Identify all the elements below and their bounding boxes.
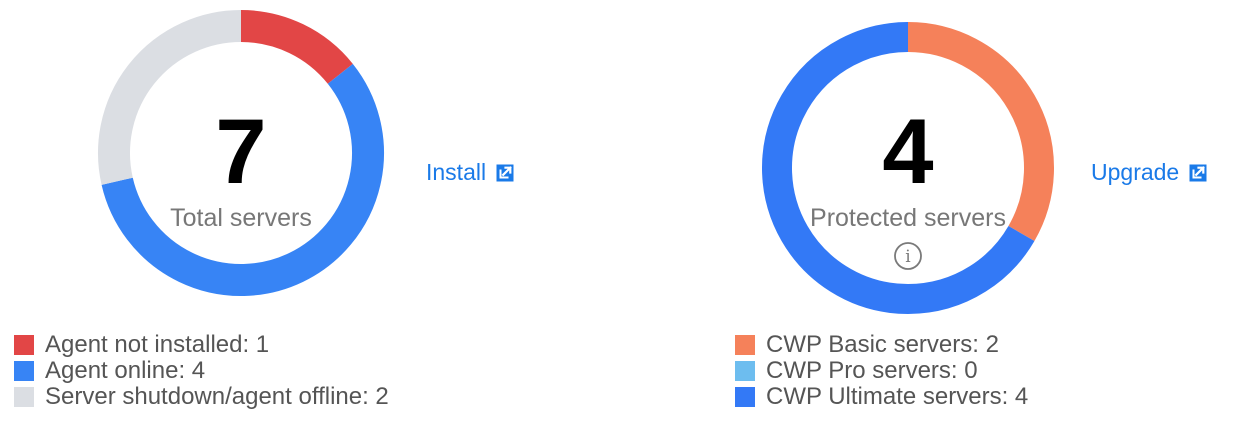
legend-swatch — [735, 335, 755, 355]
legend-swatch — [735, 361, 755, 381]
info-icon[interactable]: i — [894, 242, 922, 270]
protected-servers-panel: 4 Protected servers i Upgrade CWP Basic … — [640, 0, 1240, 421]
upgrade-link[interactable]: Upgrade — [1091, 159, 1208, 186]
protected-servers-donut-chart: 4 Protected servers i — [762, 22, 1054, 314]
external-link-icon — [496, 164, 514, 181]
legend-item-server-offline: Server shutdown/agent offline: 2 — [14, 383, 389, 410]
external-link-icon — [1189, 164, 1207, 181]
legend-item-cwp-pro: CWP Pro servers: 0 — [735, 357, 1028, 384]
install-link-label: Install — [426, 159, 487, 185]
legend-label: Server shutdown/agent offline: 2 — [45, 383, 389, 410]
legend-label: Agent not installed: 1 — [45, 331, 270, 358]
protected-servers-label: Protected servers — [810, 204, 1006, 232]
legend-item-agent-online: Agent online: 4 — [14, 357, 389, 384]
legend-swatch — [14, 361, 34, 381]
total-servers-donut-chart: 7 Total servers — [98, 10, 384, 296]
upgrade-link-label: Upgrade — [1091, 159, 1180, 185]
legend-label: CWP Pro servers: 0 — [766, 357, 978, 384]
info-glyph: i — [905, 247, 911, 267]
donut-slice-agent-not-installed[interactable] — [240, 10, 353, 85]
total-servers-panel: 7 Total servers Install Agent not instal… — [0, 0, 600, 421]
legend-swatch — [14, 335, 34, 355]
legend-item-cwp-ultimate: CWP Ultimate servers: 4 — [735, 383, 1029, 410]
legend-label: CWP Ultimate servers: 4 — [766, 383, 1029, 410]
legend-swatch — [14, 387, 34, 407]
total-servers-legend: Agent not installed: 1 Agent online: 4 S… — [14, 331, 389, 410]
legend-label: CWP Basic servers: 2 — [766, 331, 999, 358]
legend-label: Agent online: 4 — [45, 357, 206, 384]
install-link[interactable]: Install — [426, 159, 515, 186]
legend-item-cwp-basic: CWP Basic servers: 2 — [735, 331, 1028, 358]
legend-item-agent-not-installed: Agent not installed: 1 — [14, 331, 389, 358]
protected-servers-legend: CWP Basic servers: 2 CWP Pro servers: 0 … — [735, 331, 1029, 410]
total-servers-label: Total servers — [170, 204, 312, 232]
protected-servers-count: 4 — [882, 101, 933, 203]
total-servers-count: 7 — [215, 101, 266, 203]
legend-swatch — [735, 387, 755, 407]
